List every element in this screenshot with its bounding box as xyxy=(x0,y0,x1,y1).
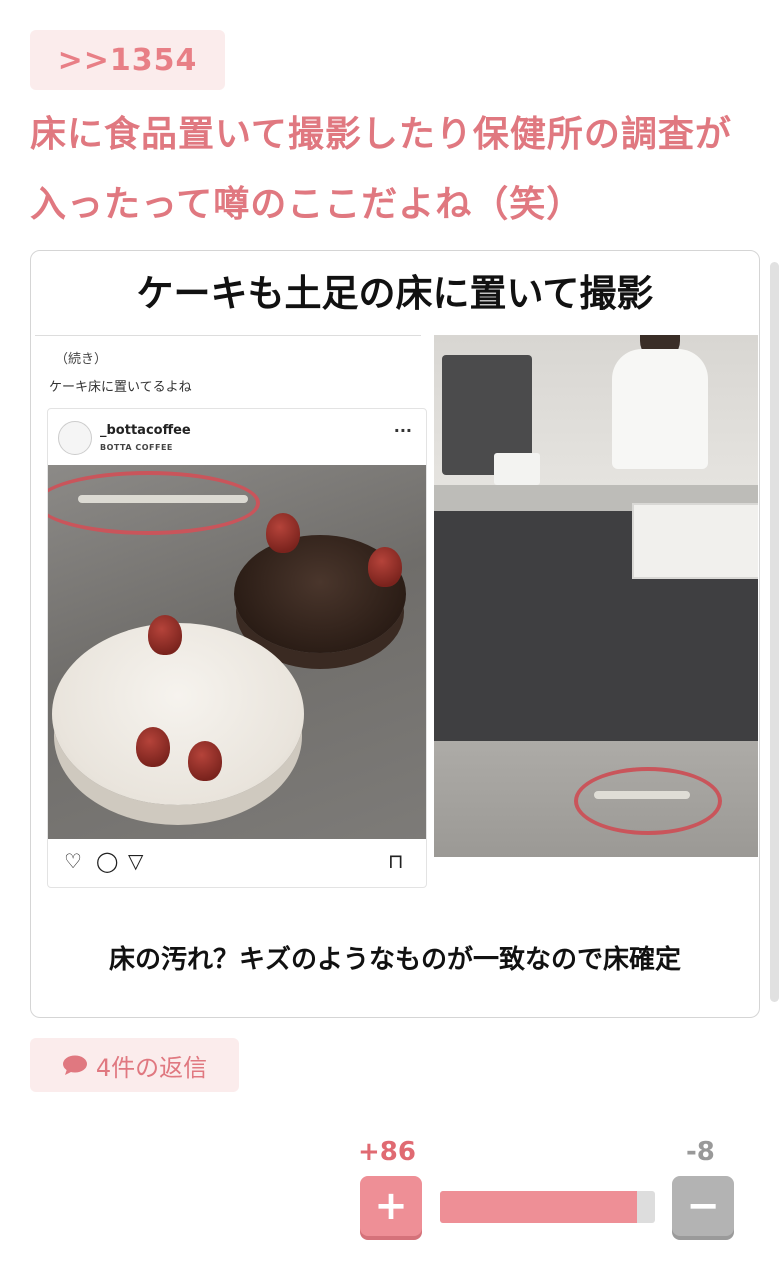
cake-photo xyxy=(48,465,426,839)
upvote-count: +86 xyxy=(358,1137,416,1167)
upvote-button[interactable]: + xyxy=(360,1176,422,1236)
strawberry xyxy=(368,547,402,587)
vote-ratio-bar xyxy=(440,1191,655,1223)
avatar xyxy=(58,421,92,455)
highlight-circle xyxy=(574,767,722,835)
speech-bubble-icon xyxy=(62,1055,87,1075)
share-icon: ▽ xyxy=(128,849,144,873)
replies-label: 4件の返信 xyxy=(95,1053,208,1082)
post-account-name: BOTTA COFFEE xyxy=(100,443,173,452)
heart-icon: ♡ xyxy=(64,849,82,873)
minus-icon: − xyxy=(686,1183,720,1229)
instagram-post: _bottacoffee BOTTA COFFEE ··· ♡ ◯ ▽ ⊓ xyxy=(47,408,427,888)
image-caption-text: 床の汚れ？キズのようなものが一致なので床確定 xyxy=(108,945,681,975)
post-header: _bottacoffee BOTTA COFFEE ··· xyxy=(48,409,426,465)
replies-button[interactable]: 4件の返信 xyxy=(30,1038,239,1092)
white-cake xyxy=(52,623,304,805)
post-actions: ♡ ◯ ▽ ⊓ xyxy=(48,843,426,883)
quote-label: （続き） xyxy=(55,352,108,367)
plates xyxy=(494,453,540,485)
instagram-screenshot: （続き） ケーキ床に置いてるよね _bottacoffee BOTTA COFF… xyxy=(35,335,427,888)
showcase xyxy=(632,503,758,579)
attached-image[interactable]: ケーキも土足の床に置いて撮影 （続き） ケーキ床に置いてるよね _bottaco… xyxy=(30,250,760,1018)
image-title-text: ケーキも土足の床に置いて撮影 xyxy=(136,272,654,315)
comment-icon: ◯ xyxy=(96,849,119,873)
cafe-counter-photo xyxy=(434,335,758,857)
bookmark-icon: ⊓ xyxy=(388,849,404,873)
strawberry xyxy=(266,513,300,553)
strawberry xyxy=(188,741,222,781)
scrollbar[interactable] xyxy=(770,262,779,1002)
staff-person xyxy=(612,349,708,469)
reply-reference-link[interactable]: >>1354 xyxy=(30,30,225,90)
highlight-circle xyxy=(48,471,260,535)
downvote-count: -8 xyxy=(686,1137,715,1167)
plus-icon: + xyxy=(374,1183,408,1229)
strawberry xyxy=(136,727,170,767)
strawberry xyxy=(148,615,182,655)
downvote-button[interactable]: − xyxy=(672,1176,734,1236)
vote-ratio-fill xyxy=(440,1191,637,1223)
more-dots-icon: ··· xyxy=(393,421,412,440)
comment-body: 床に食品置いて撮影したり保健所の調査が入ったって噂のここだよね（笑） xyxy=(30,114,732,225)
quote-text: ケーキ床に置いてるよね xyxy=(49,380,192,395)
post-username: _bottacoffee xyxy=(100,423,191,438)
